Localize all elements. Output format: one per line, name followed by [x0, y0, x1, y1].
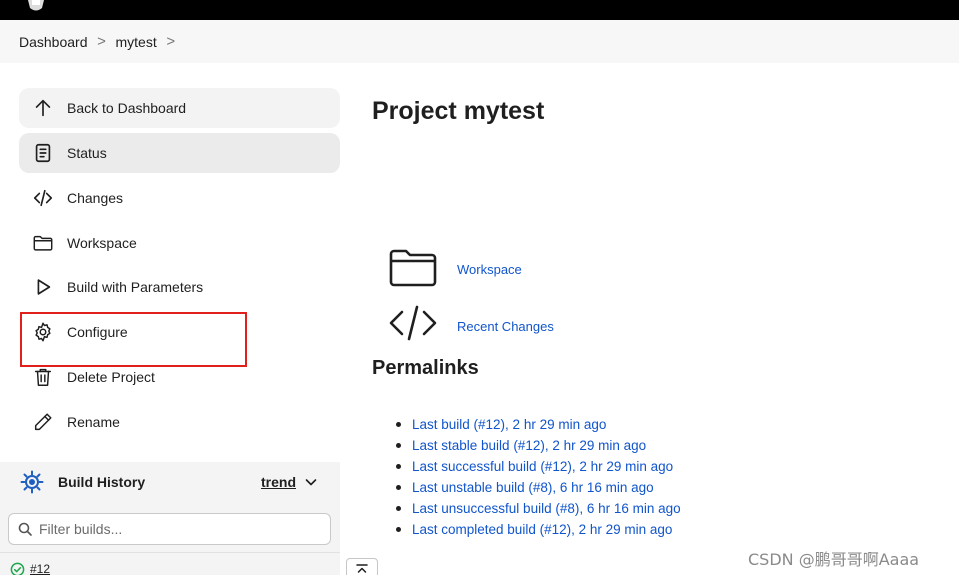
sidebar-item-label: Rename	[67, 414, 120, 430]
bullet	[396, 422, 401, 427]
bullet	[396, 485, 401, 490]
breadcrumb-project[interactable]: mytest	[116, 34, 157, 50]
bullet	[396, 464, 401, 469]
list-item[interactable]: Last stable build (#12), 2 hr 29 min ago	[396, 435, 681, 456]
list-item[interactable]: Last unstable build (#8), 6 hr 16 min ag…	[396, 477, 681, 498]
play-icon	[31, 275, 55, 299]
breadcrumb-separator: >	[97, 33, 106, 50]
folder-icon[interactable]	[388, 246, 438, 290]
permalinks-list: Last build (#12), 2 hr 29 min ago Last s…	[396, 414, 681, 540]
sidebar-item-label: Workspace	[67, 235, 137, 251]
breadcrumb: Dashboard > mytest >	[0, 20, 959, 63]
jenkins-logo-icon[interactable]	[24, 0, 48, 12]
filter-builds-input[interactable]	[39, 521, 319, 537]
permalink-last-successful-build[interactable]: Last successful build (#12), 2 hr 29 min…	[412, 459, 673, 474]
list-item[interactable]: Last build (#12), 2 hr 29 min ago	[396, 414, 681, 435]
folder-icon	[31, 231, 55, 255]
page-title: Project mytest	[372, 97, 545, 125]
permalink-last-completed-build[interactable]: Last completed build (#12), 2 hr 29 min …	[412, 522, 672, 537]
bullet	[396, 506, 401, 511]
sidebar-item-label: Build with Parameters	[67, 279, 204, 295]
list-item[interactable]: Last successful build (#12), 2 hr 29 min…	[396, 456, 681, 477]
code-icon	[31, 186, 55, 210]
sidebar-item-rename[interactable]: Rename	[19, 402, 340, 442]
sidebar-item-delete-project[interactable]: Delete Project	[19, 357, 340, 397]
build-history-icon	[20, 470, 44, 494]
build-history-row[interactable]: #12	[0, 552, 340, 575]
permalink-last-build[interactable]: Last build (#12), 2 hr 29 min ago	[412, 417, 606, 432]
list-item[interactable]: Last unsuccessful build (#8), 6 hr 16 mi…	[396, 498, 681, 519]
code-icon[interactable]	[388, 302, 438, 346]
sidebar-item-label: Changes	[67, 190, 124, 206]
arrow-up-to-top-icon	[356, 564, 368, 573]
chevron-down-icon[interactable]	[304, 475, 318, 489]
watermark: CSDN @鹏哥哥啊Aaaa	[748, 550, 920, 569]
success-check-icon	[10, 562, 25, 575]
search-icon	[18, 522, 32, 536]
breadcrumb-menu-chevron[interactable]: >	[157, 33, 185, 50]
sidebar-item-workspace[interactable]: Workspace	[19, 223, 340, 263]
recent-changes-link[interactable]: Recent Changes	[457, 319, 554, 334]
filter-builds-box[interactable]	[8, 513, 331, 545]
build-history-title: Build History	[58, 474, 146, 490]
sidebar-item-changes[interactable]: Changes	[19, 178, 340, 218]
trend-link[interactable]: trend	[261, 474, 296, 490]
document-icon	[31, 141, 55, 165]
build-number-link[interactable]: #12	[30, 562, 50, 575]
breadcrumb-dashboard[interactable]: Dashboard	[19, 34, 88, 50]
arrow-up-icon	[31, 96, 55, 120]
bullet	[396, 527, 401, 532]
permalink-last-unstable-build[interactable]: Last unstable build (#8), 6 hr 16 min ag…	[412, 480, 654, 495]
sidebar-item-label: Delete Project	[67, 369, 155, 385]
sidebar-item-label: Status	[67, 145, 107, 161]
pencil-icon	[31, 410, 55, 434]
bullet	[396, 443, 401, 448]
scroll-to-top-button[interactable]	[346, 558, 378, 575]
top-header-bar	[0, 0, 959, 20]
sidebar-item-label: Back to Dashboard	[67, 100, 187, 116]
permalink-last-stable-build[interactable]: Last stable build (#12), 2 hr 29 min ago	[412, 438, 646, 453]
sidebar-item-status[interactable]: Status	[19, 133, 340, 173]
sidebar-item-back-to-dashboard[interactable]: Back to Dashboard	[19, 88, 340, 128]
sidebar-item-build-with-parameters[interactable]: Build with Parameters	[19, 267, 340, 307]
workspace-link[interactable]: Workspace	[457, 262, 522, 277]
trash-icon	[31, 365, 55, 389]
list-item[interactable]: Last completed build (#12), 2 hr 29 min …	[396, 519, 681, 540]
permalinks-heading: Permalinks	[372, 357, 479, 379]
permalink-last-unsuccessful-build[interactable]: Last unsuccessful build (#8), 6 hr 16 mi…	[412, 501, 681, 516]
filter-builds-container	[0, 502, 340, 552]
build-history-header: Build History trend	[0, 462, 340, 502]
